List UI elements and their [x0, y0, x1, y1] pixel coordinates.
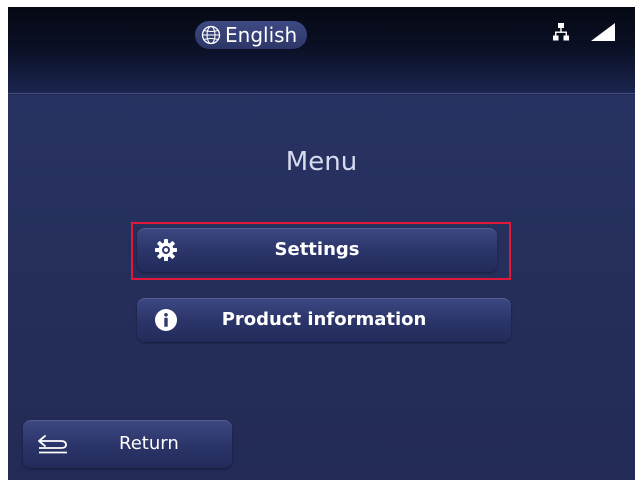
- settings-button[interactable]: Settings: [137, 228, 497, 272]
- language-selector[interactable]: English: [195, 21, 308, 49]
- return-label: Return: [119, 433, 179, 454]
- device-screen: English Menu Settings Product informatio…: [8, 7, 635, 480]
- back-arrow-icon: [37, 434, 69, 454]
- globe-icon: [201, 25, 221, 45]
- topbar-divider: [8, 93, 635, 94]
- page-title: Menu: [285, 147, 358, 177]
- network-icon: [553, 23, 569, 41]
- product-information-button[interactable]: Product information: [137, 298, 511, 342]
- signal-icon: [591, 23, 615, 41]
- status-area: [553, 23, 615, 41]
- top-bar: English: [8, 7, 635, 95]
- return-button[interactable]: Return: [23, 420, 232, 468]
- settings-label: Settings: [274, 239, 360, 260]
- language-label: English: [225, 23, 298, 47]
- product-information-label: Product information: [221, 309, 427, 330]
